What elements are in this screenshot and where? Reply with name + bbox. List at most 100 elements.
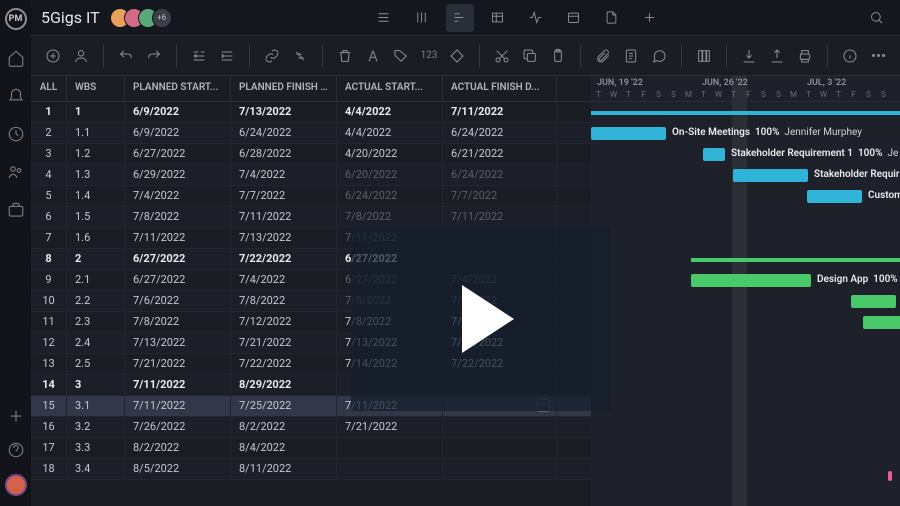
cell-wbs[interactable]: 2.4 [67, 333, 125, 353]
copy-icon[interactable] [518, 44, 542, 68]
cell-planned-start[interactable]: 6/27/2022 [125, 249, 231, 269]
col-planned-start[interactable]: PLANNED START... [125, 76, 231, 101]
chat-icon[interactable] [647, 44, 671, 68]
export-icon[interactable] [765, 44, 789, 68]
cell-planned-finish[interactable]: 7/13/2022 [231, 228, 337, 248]
table-row[interactable]: 116/9/20227/13/20224/4/20227/11/2022 [31, 102, 591, 123]
cell-actual-start[interactable] [337, 438, 443, 458]
portfolio-icon[interactable] [6, 200, 26, 220]
cell-wbs[interactable]: 2 [67, 249, 125, 269]
cell-planned-finish[interactable]: 8/4/2022 [231, 438, 337, 458]
cell-planned-start[interactable]: 7/6/2022 [125, 291, 231, 311]
cell-planned-start[interactable]: 6/27/2022 [125, 144, 231, 164]
member-avatars[interactable]: +6 [116, 8, 172, 28]
cell-planned-finish[interactable]: 7/22/2022 [231, 249, 337, 269]
undo-icon[interactable] [114, 44, 138, 68]
cell-wbs[interactable]: 1.5 [67, 207, 125, 227]
table-row[interactable]: 31.26/27/20226/28/20224/20/20226/21/2022 [31, 144, 591, 165]
add-task-icon[interactable] [41, 44, 65, 68]
col-actual-finish[interactable]: ACTUAL FINISH D... [443, 76, 557, 101]
cell-actual-start[interactable]: 4/20/2022 [337, 144, 443, 164]
cell-planned-finish[interactable]: 7/13/2022 [231, 102, 337, 122]
unlink-icon[interactable] [288, 44, 312, 68]
cell-planned-finish[interactable]: 8/2/2022 [231, 417, 337, 437]
cell-wbs[interactable]: 1.3 [67, 165, 125, 185]
gantt-task-bar[interactable] [807, 190, 862, 203]
cell-actual-start[interactable]: 7/21/2022 [337, 417, 443, 437]
cell-planned-start[interactable]: 6/29/2022 [125, 165, 231, 185]
cell-planned-start[interactable]: 8/2/2022 [125, 438, 231, 458]
cell-actual-finish[interactable]: 6/21/2022 [443, 144, 557, 164]
cell-actual-start[interactable]: 4/4/2022 [337, 123, 443, 143]
cell-planned-finish[interactable]: 7/25/2022 [231, 396, 337, 416]
notification-icon[interactable] [6, 86, 26, 106]
cell-wbs[interactable]: 3.2 [67, 417, 125, 437]
info-icon[interactable] [838, 44, 862, 68]
cell-planned-start[interactable]: 7/11/2022 [125, 375, 231, 395]
cell-actual-finish[interactable]: 7/11/2022 [443, 207, 557, 227]
member-more[interactable]: +6 [152, 8, 172, 28]
cell-planned-start[interactable]: 7/11/2022 [125, 228, 231, 248]
cell-planned-start[interactable]: 8/5/2022 [125, 459, 231, 479]
cell-planned-finish[interactable]: 6/28/2022 [231, 144, 337, 164]
cell-actual-start[interactable] [337, 459, 443, 479]
cell-planned-finish[interactable]: 7/22/2022 [231, 354, 337, 374]
table-row[interactable]: 183.48/5/20228/11/2022 [31, 459, 591, 480]
cell-planned-finish[interactable]: 7/7/2022 [231, 186, 337, 206]
redo-icon[interactable] [142, 44, 166, 68]
cell-wbs[interactable]: 1.1 [67, 123, 125, 143]
recent-icon[interactable] [6, 124, 26, 144]
cell-planned-start[interactable]: 7/21/2022 [125, 354, 231, 374]
help-icon[interactable] [6, 440, 26, 460]
cell-planned-start[interactable]: 7/8/2022 [125, 207, 231, 227]
cell-actual-finish[interactable]: 7/11/2022 [443, 102, 557, 122]
app-logo[interactable]: PM [5, 8, 27, 30]
cell-actual-start[interactable]: 4/4/2022 [337, 102, 443, 122]
outdent-icon[interactable] [187, 44, 211, 68]
cell-wbs[interactable]: 1.4 [67, 186, 125, 206]
cell-planned-finish[interactable]: 6/24/2022 [231, 123, 337, 143]
gantt-task-bar[interactable] [703, 148, 725, 161]
add-view-icon[interactable] [636, 4, 664, 32]
cell-actual-start[interactable]: 6/24/2022 [337, 186, 443, 206]
notes-icon[interactable] [619, 44, 643, 68]
view-board-icon[interactable] [408, 4, 436, 32]
tag-icon[interactable] [389, 44, 413, 68]
view-calendar-icon[interactable] [560, 4, 588, 32]
table-row[interactable]: 21.16/9/20226/24/20224/4/20226/24/2022 [31, 123, 591, 144]
cell-wbs[interactable]: 2.5 [67, 354, 125, 374]
cell-wbs[interactable]: 3.1 [67, 396, 125, 416]
gantt-task-bar[interactable] [863, 316, 900, 329]
gantt-chart[interactable]: JUN, 19 '22JUN, 26 '22JUL, 3 '22 TWTFSSM… [591, 76, 900, 506]
table-row[interactable]: 163.27/26/20228/2/20227/21/2022 [31, 417, 591, 438]
col-planned-finish[interactable]: PLANNED FINISH ... [231, 76, 337, 101]
cell-actual-start[interactable]: 7/8/2022 [337, 207, 443, 227]
gantt-summary-bar[interactable] [691, 258, 900, 262]
print-icon[interactable] [793, 44, 817, 68]
view-activity-icon[interactable] [522, 4, 550, 32]
gantt-task-bar[interactable] [851, 295, 896, 308]
cell-planned-finish[interactable]: 7/4/2022 [231, 270, 337, 290]
cell-wbs[interactable]: 2.1 [67, 270, 125, 290]
cell-actual-finish[interactable] [443, 459, 557, 479]
cell-wbs[interactable]: 3.4 [67, 459, 125, 479]
cell-planned-finish[interactable]: 7/11/2022 [231, 207, 337, 227]
table-row[interactable]: 61.57/8/20227/11/20227/8/20227/11/2022 [31, 207, 591, 228]
gantt-task-bar[interactable] [733, 169, 808, 182]
assign-icon[interactable] [69, 44, 93, 68]
cell-wbs[interactable]: 2.3 [67, 312, 125, 332]
indent-icon[interactable] [215, 44, 239, 68]
cell-planned-start[interactable]: 7/26/2022 [125, 417, 231, 437]
cell-planned-finish[interactable]: 7/21/2022 [231, 333, 337, 353]
cell-wbs[interactable]: 3.3 [67, 438, 125, 458]
cell-planned-finish[interactable]: 7/4/2022 [231, 165, 337, 185]
search-icon[interactable] [862, 4, 890, 32]
milestone-icon[interactable] [445, 44, 469, 68]
columns-icon[interactable] [692, 44, 716, 68]
link-icon[interactable] [260, 44, 284, 68]
cell-actual-finish[interactable] [443, 438, 557, 458]
cell-actual-start[interactable]: 6/20/2022 [337, 165, 443, 185]
import-icon[interactable] [737, 44, 761, 68]
cell-wbs[interactable]: 1.6 [67, 228, 125, 248]
attachment-icon[interactable] [591, 44, 615, 68]
